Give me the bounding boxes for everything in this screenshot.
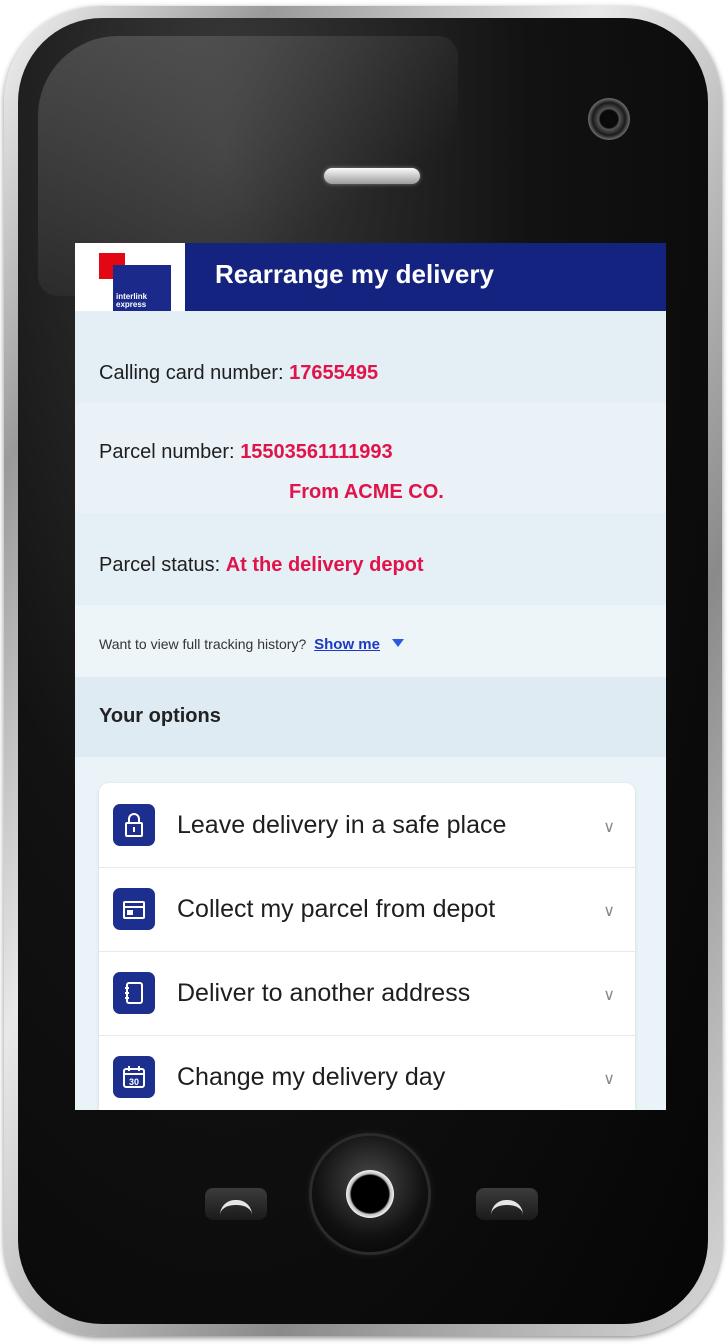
earpiece-speaker [324,168,420,184]
status-value: At the delivery depot [225,554,424,576]
front-camera-icon [588,98,630,140]
calling-card-band [75,311,666,403]
option-label: Leave delivery in a safe place [177,811,507,839]
parcel-sender: From ACME CO. [289,481,444,503]
expand-triangle-icon[interactable] [391,639,404,647]
option-safe-place[interactable]: Leave delivery in a safe place ∨ [99,783,635,868]
logo-text: interlink express [116,292,148,309]
option-label: Change my delivery day [177,1063,446,1091]
page-title: Rearrange my delivery [215,259,494,289]
option-collect-depot[interactable]: Collect my parcel from depot ∨ [99,867,635,952]
logo-blue-square: interlink express [113,265,171,313]
show-me-link[interactable]: Show me [314,636,380,653]
option-another-address[interactable]: Deliver to another address ∨ [99,951,635,1036]
calendar-day-text: 30 [129,1077,139,1087]
end-call-button[interactable] [476,1188,538,1220]
phone-screen: Rearrange my delivery interlink express … [75,243,666,1110]
tracking-prompt-text: Want to view full tracking history? [99,636,307,652]
chevron-down-icon: ∨ [603,1071,615,1088]
parcel-number: 15503561111993 [240,441,393,463]
home-ring-icon [346,1170,394,1218]
phone-handset-icon [220,1200,252,1215]
tracking-prompt: Want to view full tracking history? Show… [99,636,404,653]
call-button[interactable] [205,1188,267,1220]
chevron-down-icon: ∨ [603,987,615,1004]
brand-logo[interactable]: interlink express [75,243,185,315]
address-book-icon [113,972,155,1014]
chevron-down-icon: ∨ [603,819,615,836]
home-button[interactable] [312,1136,428,1252]
parcel-label: Parcel number: [99,441,235,463]
calling-card-label: Calling card number: [99,362,284,384]
safe-place-icon [113,804,155,846]
status-label: Parcel status: [99,554,221,576]
option-change-day[interactable]: 30 Change my delivery day ∨ [99,1035,635,1110]
calling-card-number: 17655495 [289,362,379,384]
option-label: Collect my parcel from depot [177,895,496,923]
hang-up-icon [491,1200,523,1215]
options-heading: Your options [99,705,221,727]
chevron-down-icon: ∨ [603,903,615,920]
option-label: Deliver to another address [177,979,471,1007]
depot-icon [113,888,155,930]
options-list: Leave delivery in a safe place ∨ Collect… [99,783,635,1110]
calendar-icon: 30 [113,1056,155,1098]
